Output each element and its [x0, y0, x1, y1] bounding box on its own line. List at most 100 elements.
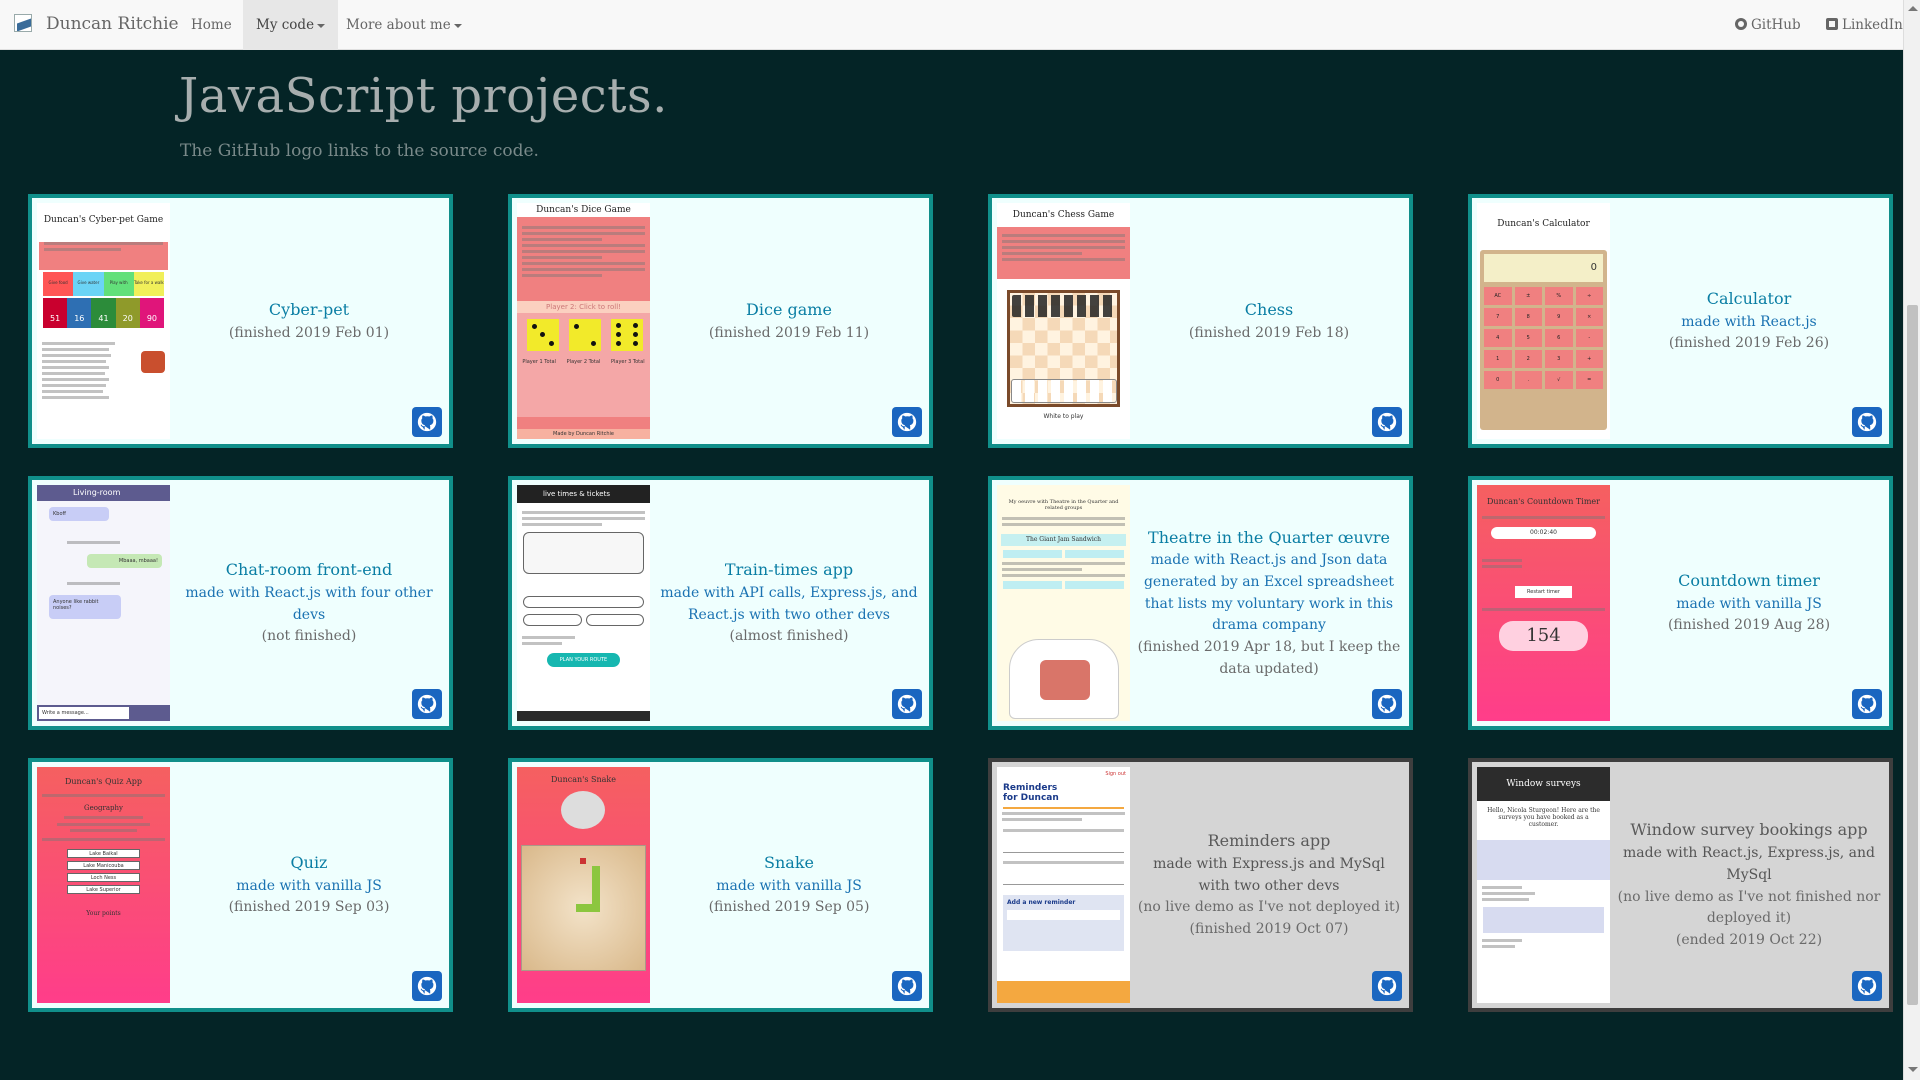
- quiz-link[interactable]: Quiz: [291, 851, 328, 876]
- cyber-pet-status: (finished 2019 Feb 01): [228, 324, 390, 341]
- quiz-answer-4: Lake Superior: [67, 885, 140, 894]
- calculator-key: 5: [1514, 329, 1542, 347]
- countdown-thumbnail[interactable]: Duncan's Countdown Timer 00:02:40 Restar…: [1477, 485, 1610, 721]
- nav-more-about-me[interactable]: More about me: [333, 0, 475, 50]
- quiz-thumb-title: Duncan's Quiz App: [64, 777, 142, 786]
- github-icon[interactable]: [1852, 971, 1882, 1001]
- project-card-chat-room: Living-room Kboff Mbaaa, mbaaa! Anyone l…: [28, 476, 453, 730]
- nav-home-label: Home: [191, 17, 232, 33]
- dice-thumbnail[interactable]: Duncan's Dice Game Player 2: Click to ro…: [517, 203, 650, 439]
- white-pieces: [1011, 379, 1117, 403]
- scroll-down-arrow-icon[interactable]: [1908, 1067, 1918, 1072]
- snake-thumbnail[interactable]: Duncan's Snake: [517, 767, 650, 1003]
- project-card-train-times: live times & tickets PLAN YOUR ROUTE Tra…: [508, 476, 933, 730]
- quiz-answer-1: Lake Baikal: [67, 849, 140, 858]
- github-icon[interactable]: [892, 971, 922, 1001]
- snake-board: [521, 845, 646, 971]
- calculator-key: =: [1575, 371, 1603, 389]
- github-icon[interactable]: [1852, 407, 1882, 437]
- chat-desc: made with React.js with four other devs: [185, 584, 433, 623]
- nav-my-code-label: My code: [256, 17, 315, 33]
- scrollbar-thumb[interactable]: [1907, 305, 1918, 1005]
- reminders-add-label: Add a new reminder: [1007, 899, 1076, 906]
- reminders-info: Reminders app made with Express.js and M…: [1137, 762, 1401, 1008]
- window-surveys-status: (no live demo as I've not finished nor d…: [1617, 888, 1881, 927]
- calculator-display: 0: [1484, 254, 1603, 282]
- cyber-pet-thumbnail[interactable]: Duncan's Cyber-pet Game Give food Give w…: [37, 203, 170, 439]
- reminders-status-2: (finished 2019 Oct 07): [1189, 921, 1349, 938]
- github-icon[interactable]: [892, 689, 922, 719]
- calculator-key: 2: [1514, 350, 1542, 368]
- calculator-key: AC: [1484, 287, 1512, 305]
- calculator-key: 4: [1484, 329, 1512, 347]
- cyber-pet-link[interactable]: Cyber-pet: [269, 298, 349, 323]
- quiz-thumb-answers: Lake Baikal Lake Manicouba Loch Ness Lak…: [37, 849, 170, 894]
- project-card-countdown: Duncan's Countdown Timer 00:02:40 Restar…: [1468, 476, 1893, 730]
- nav-my-code[interactable]: My code: [243, 0, 339, 50]
- chat-status: (not finished): [261, 628, 357, 645]
- snake-thumb-title: Duncan's Snake: [551, 775, 616, 784]
- theatre-link[interactable]: Theatre in the Quarter œuvre: [1148, 526, 1390, 551]
- calculator-key: %: [1545, 287, 1573, 305]
- countdown-link[interactable]: Countdown timer: [1678, 569, 1820, 594]
- theatre-thumb-roles: [1003, 581, 1124, 589]
- nav-linkedin[interactable]: LinkedIn: [1813, 0, 1916, 50]
- theatre-thumbnail[interactable]: My oeuvre with Theatre in the Quarter an…: [997, 485, 1130, 721]
- countdown-desc: made with vanilla JS: [1676, 595, 1822, 612]
- chat-room-link[interactable]: Chat-room front-end: [226, 558, 392, 583]
- train-info: Train-times app made with API calls, Exp…: [657, 480, 921, 726]
- github-icon[interactable]: [412, 971, 442, 1001]
- reminders-thumbnail[interactable]: Sign out Reminders for Duncan Add a new …: [997, 767, 1130, 1003]
- train-thumbnail[interactable]: live times & tickets PLAN YOUR ROUTE: [517, 485, 650, 721]
- nav-github[interactable]: GitHub: [1722, 0, 1814, 50]
- theatre-status: (finished 2019 Apr 18, but I keep the da…: [1137, 639, 1401, 677]
- chat-msg-2: Mbaaa, mbaaa!: [87, 554, 162, 568]
- github-icon[interactable]: [892, 407, 922, 437]
- window-surveys-thumbnail[interactable]: Window surveys Hello, Nicola Sturgeon! H…: [1477, 767, 1610, 1003]
- github-icon[interactable]: [412, 407, 442, 437]
- dice-game-link[interactable]: Dice game: [746, 298, 832, 323]
- quiz-status: (finished 2019 Sep 03): [228, 899, 390, 916]
- project-card-chess: Duncan's Chess Game White to play Chess …: [988, 194, 1413, 448]
- reminders-title: Reminders app: [1207, 831, 1331, 851]
- nav-home[interactable]: Home: [178, 0, 245, 50]
- page-subtitle: The GitHub logo links to the source code…: [180, 141, 539, 161]
- chess-thumbnail[interactable]: Duncan's Chess Game White to play: [997, 203, 1130, 439]
- page-title: JavaScript projects.: [179, 68, 668, 124]
- window-surveys-thumb-greeting: Hello, Nicola Sturgeon! Here are the sur…: [1487, 807, 1600, 828]
- github-icon[interactable]: [1852, 689, 1882, 719]
- give-food-button: Give food: [43, 272, 74, 296]
- quiz-thumbnail[interactable]: Duncan's Quiz App Geography Lake Baikal …: [37, 767, 170, 1003]
- dice-thumb-title: Duncan's Dice Game: [536, 205, 631, 215]
- chat-msg-1: Kboff: [49, 507, 109, 521]
- calculator-thumbnail[interactable]: Duncan's Calculator 0 AC ±% ÷ 7 8 9 × 4 5 6- 1 2 3 +0…: [1477, 203, 1610, 439]
- snake-link[interactable]: Snake: [764, 851, 814, 876]
- calculator-key: 7: [1484, 308, 1512, 326]
- top-navbar: Duncan Ritchie Home My code More about m…: [0, 0, 1920, 50]
- reminders-thumb-footer: [997, 981, 1130, 1003]
- dice-thumb-rules: [517, 217, 650, 301]
- theatre-info: Theatre in the Quarter œuvre made with R…: [1137, 480, 1401, 726]
- dice-thumb-footer: Made by Duncan Ritchie: [517, 429, 650, 439]
- reminder-item-2: [1003, 861, 1124, 885]
- reminder-item-1: [1003, 829, 1124, 853]
- calculator-key: 1: [1484, 350, 1512, 368]
- train-times-link[interactable]: Train-times app: [725, 558, 853, 583]
- navbar-brand[interactable]: Duncan Ritchie: [46, 14, 179, 34]
- walk-button: Take for a walk: [133, 272, 164, 296]
- github-icon[interactable]: [1372, 407, 1402, 437]
- scroll-up-arrow-icon[interactable]: [1908, 6, 1918, 11]
- calculator-key: ÷: [1575, 287, 1603, 305]
- calculator-link[interactable]: Calculator: [1707, 287, 1792, 312]
- github-icon[interactable]: [1372, 971, 1402, 1001]
- site-logo-icon[interactable]: [14, 14, 32, 32]
- chat-thumbnail[interactable]: Living-room Kboff Mbaaa, mbaaa! Anyone l…: [37, 485, 170, 721]
- chess-link[interactable]: Chess: [1245, 298, 1293, 323]
- page-scrollbar[interactable]: [1903, 0, 1920, 1080]
- window-surveys-desc: made with React.js, Express.js, and MySq…: [1622, 845, 1875, 883]
- github-icon[interactable]: [412, 689, 442, 719]
- github-icon[interactable]: [1372, 689, 1402, 719]
- calculator-key: ×: [1575, 308, 1603, 326]
- train-thumb-date: [523, 614, 644, 626]
- train-thumb-to: [523, 596, 644, 608]
